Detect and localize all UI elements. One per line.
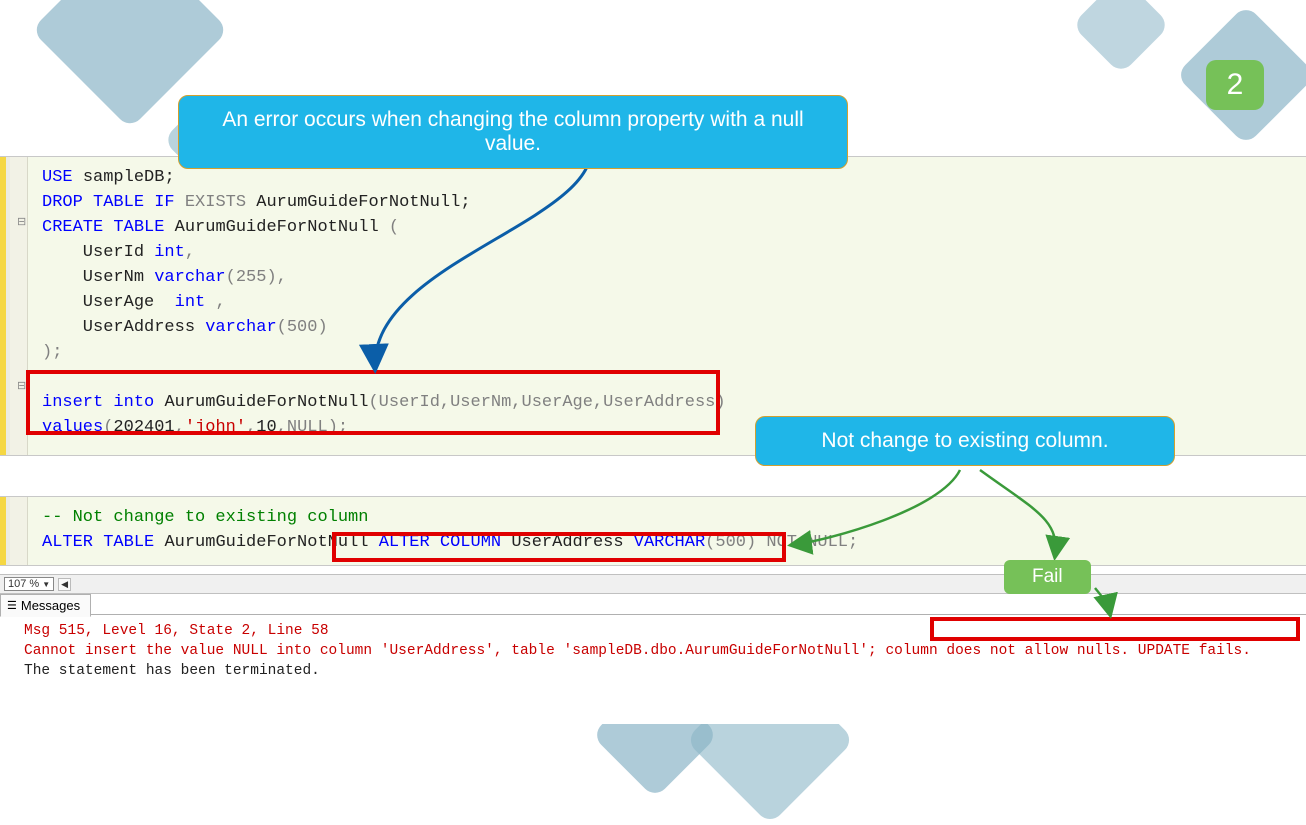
collapse-icon[interactable]: ⊟ xyxy=(17,215,26,229)
highlight-box-alter-column xyxy=(332,532,786,562)
callout-not-change: Not change to existing column. xyxy=(755,416,1175,466)
editor-gutter: ⊟ ⊟ xyxy=(0,157,28,455)
messages-icon: ☰ xyxy=(7,599,17,612)
chevron-down-icon: ▼ xyxy=(42,580,50,589)
zoom-bar: 107 %▼ ◀ xyxy=(0,574,1306,594)
messages-tab[interactable]: ☰ Messages xyxy=(0,594,91,617)
error-detail: Cannot insert the value NULL into column… xyxy=(24,643,885,659)
fail-badge: Fail xyxy=(1004,560,1091,594)
collapse-icon[interactable]: ⊟ xyxy=(17,379,26,393)
messages-tab-label: Messages xyxy=(21,598,80,613)
decorative-diamond xyxy=(1072,0,1171,74)
zoom-value: 107 % xyxy=(8,578,39,590)
error-header: Msg 515, Level 16, State 2, Line 58 xyxy=(24,623,329,639)
highlight-box-error-text xyxy=(930,617,1300,641)
zoom-dropdown[interactable]: 107 %▼ xyxy=(4,577,54,591)
slide-number-badge: 2 xyxy=(1206,60,1264,110)
highlight-box-insert xyxy=(26,370,720,435)
error-detail-tail: column does not allow nulls. UPDATE fail… xyxy=(885,643,1250,659)
callout-error-explain: An error occurs when changing the column… xyxy=(178,95,848,169)
terminated-line: The statement has been terminated. xyxy=(24,663,320,679)
editor-gutter xyxy=(0,497,28,565)
scroll-left-button[interactable]: ◀ xyxy=(58,578,71,591)
